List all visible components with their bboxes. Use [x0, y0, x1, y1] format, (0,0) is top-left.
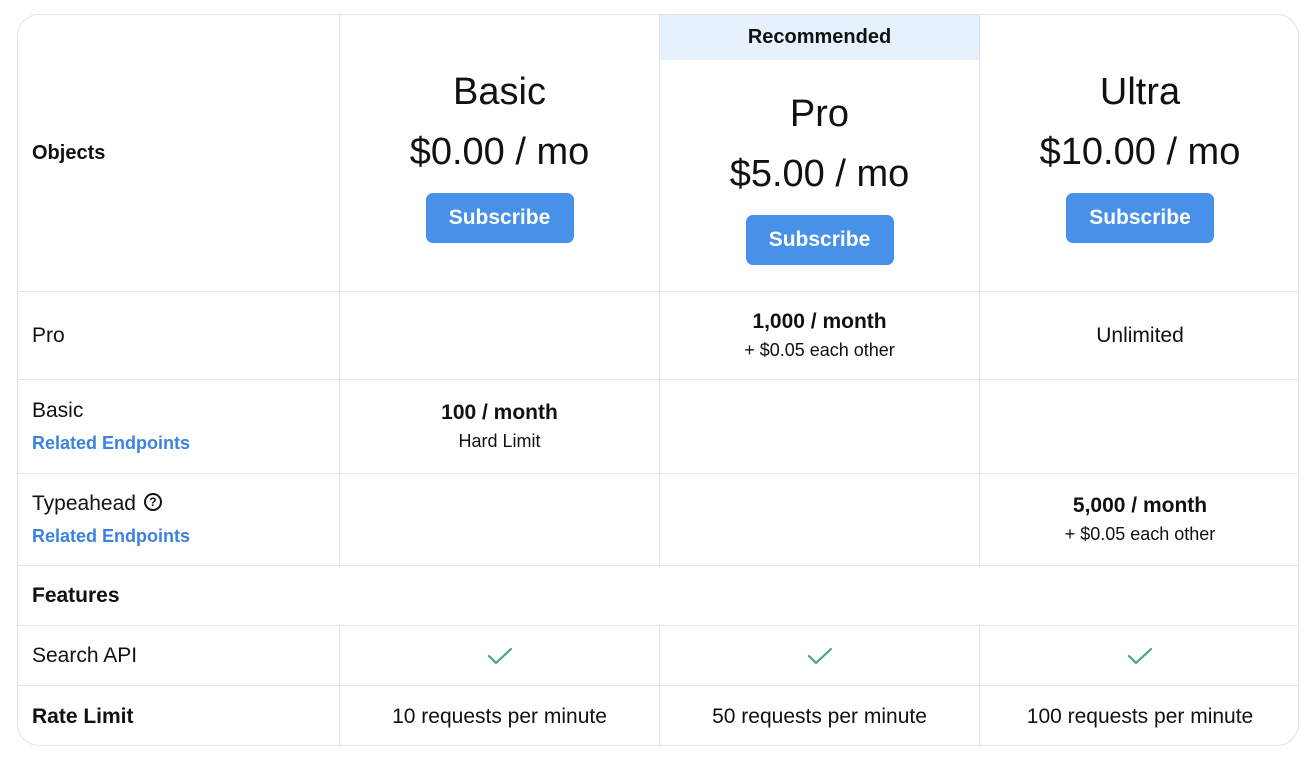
- search-api-basic: [340, 626, 659, 685]
- related-endpoints-link[interactable]: Related Endpoints: [32, 433, 339, 454]
- row-pro-label: Pro: [18, 292, 339, 379]
- check-icon: [1127, 647, 1153, 664]
- row-label: Rate Limit: [32, 704, 134, 728]
- features-header: Features: [18, 566, 1298, 625]
- subscribe-pro-button[interactable]: Subscribe: [745, 215, 894, 265]
- rate-limit-value: 10 requests per minute: [392, 704, 607, 728]
- subscribe-basic-button[interactable]: Subscribe: [425, 193, 574, 243]
- subscribe-ultra-button[interactable]: Subscribe: [1066, 193, 1214, 243]
- rate-limit-basic: 10 requests per minute: [340, 686, 659, 745]
- ultra-quota-cell: Unlimited: [980, 292, 1298, 379]
- search-api-ultra: [980, 626, 1298, 685]
- row-label: Basic: [32, 399, 84, 422]
- plan-name: Pro: [789, 93, 850, 135]
- row-typeahead-label: Typeahead? Related Endpoints: [18, 474, 339, 565]
- rate-limit-ultra: 100 requests per minute: [980, 686, 1298, 745]
- objects-label: Objects: [32, 141, 106, 164]
- search-api-pro: [660, 626, 979, 685]
- recommended-badge: Recommended: [660, 15, 979, 60]
- pro-quota-cell: 1,000 / month + $0.05 each other: [660, 292, 979, 379]
- plan-price: $0.00 / mo: [409, 131, 590, 173]
- row-rate-limit-label: Rate Limit: [18, 686, 339, 745]
- row-label: Search API: [32, 643, 138, 667]
- pricing-table: Recommended Objects Basic $0.00 / mo Sub…: [17, 14, 1299, 746]
- quota-value: 100 / month: [441, 401, 558, 424]
- rate-limit-value: 50 requests per minute: [712, 704, 927, 728]
- row-search-api-label: Search API: [18, 626, 339, 685]
- plan-basic: Basic $0.00 / mo Subscribe: [340, 73, 659, 243]
- quota-value: 5,000 / month: [1072, 494, 1208, 517]
- section-title: Features: [32, 583, 120, 607]
- row-basic-label: Basic Related Endpoints: [18, 380, 339, 473]
- help-icon[interactable]: ?: [143, 493, 162, 512]
- plan-price: $10.00 / mo: [1039, 131, 1241, 173]
- check-icon: [807, 647, 832, 664]
- row-label: Typeahead?: [32, 492, 339, 516]
- row-label: Pro: [32, 323, 65, 347]
- plan-pro: Pro $5.00 / mo Subscribe: [660, 95, 979, 265]
- quota-extra: + $0.05 each other: [1064, 524, 1216, 544]
- related-endpoints-link[interactable]: Related Endpoints: [32, 526, 339, 547]
- check-icon: [487, 647, 512, 664]
- plan-ultra: Ultra $10.00 / mo Subscribe: [980, 71, 1298, 243]
- quota-extra: Hard Limit: [458, 431, 541, 451]
- quota-value: 1,000 / month: [752, 310, 887, 333]
- rate-limit-value: 100 requests per minute: [1026, 704, 1254, 728]
- basic-quota-cell: 100 / month Hard Limit: [340, 380, 659, 473]
- quota-extra: + $0.05 each other: [744, 340, 895, 360]
- plan-price: $5.00 / mo: [729, 153, 910, 195]
- rate-limit-pro: 50 requests per minute: [660, 686, 979, 745]
- objects-header: Objects: [18, 15, 339, 291]
- plan-name: Ultra: [1099, 71, 1181, 113]
- ultra-quota-cell: 5,000 / month + $0.05 each other: [980, 474, 1298, 565]
- plan-name: Basic: [453, 71, 546, 113]
- row-label-text: Typeahead: [32, 492, 136, 515]
- quota-value: Unlimited: [1096, 323, 1184, 347]
